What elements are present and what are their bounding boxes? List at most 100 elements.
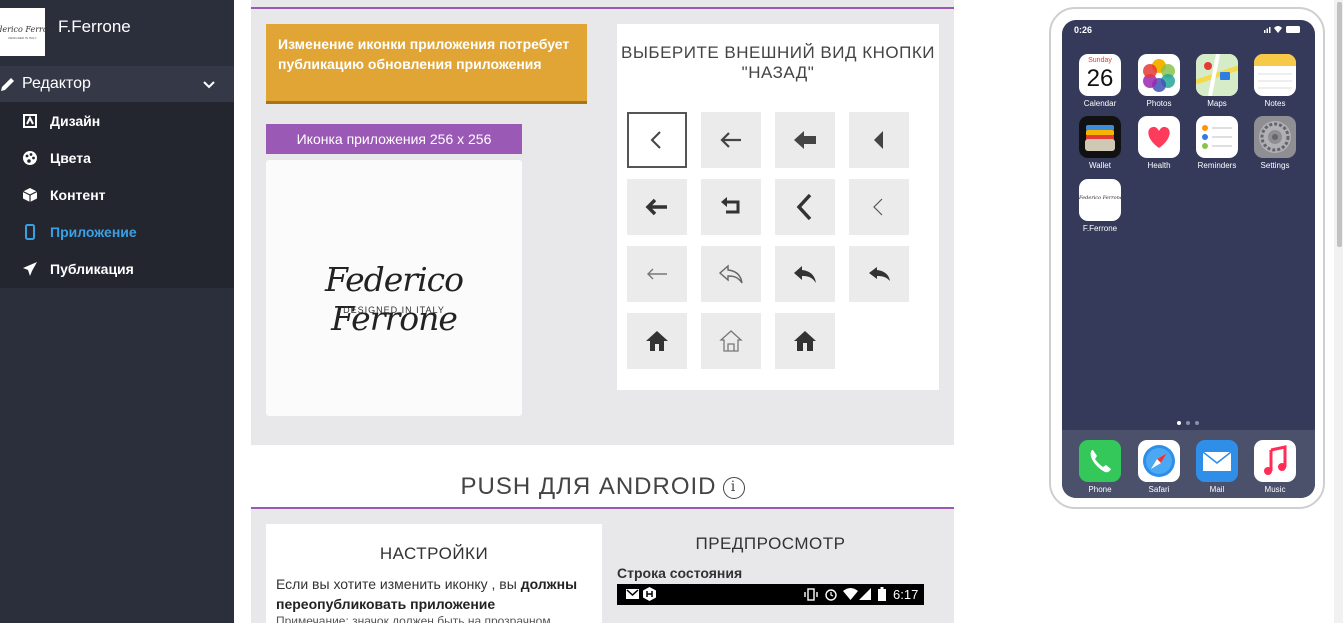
palette-icon bbox=[23, 151, 37, 165]
back-option-reply-outline[interactable] bbox=[701, 246, 761, 302]
app-music[interactable]: Music bbox=[1251, 440, 1299, 494]
home-fill-icon bbox=[794, 331, 816, 351]
gmail-icon bbox=[626, 589, 639, 599]
push-section-header: PUSH ДЛЯ ANDROID i bbox=[251, 461, 954, 507]
app-maps[interactable]: Maps bbox=[1193, 54, 1241, 108]
reminders-icon bbox=[1196, 116, 1238, 158]
back-option-chevron-bold[interactable] bbox=[775, 179, 835, 235]
app-icon-preview-title: Federico Ferrone bbox=[325, 260, 464, 338]
pencil-icon bbox=[1, 78, 14, 91]
reply-outline-icon bbox=[718, 264, 743, 284]
sidebar-item-label: Публикация bbox=[50, 261, 134, 277]
chevron-down-icon[interactable] bbox=[202, 78, 216, 92]
arrow-left-bold-icon bbox=[794, 131, 816, 149]
menu-editor-label: Редактор bbox=[22, 75, 91, 92]
app-label: Reminders bbox=[1197, 161, 1237, 170]
back-option-chevron-thin[interactable] bbox=[627, 112, 687, 168]
brand-logo-text: Federico Ferrone bbox=[0, 24, 58, 34]
app-phone[interactable]: Phone bbox=[1076, 440, 1124, 494]
app-safari[interactable]: Safari bbox=[1135, 440, 1183, 494]
paper-plane-icon bbox=[23, 262, 37, 276]
back-option-home-outline[interactable] bbox=[701, 313, 761, 369]
editor-submenu: Дизайн Цвета Контент Приложение Публикац… bbox=[0, 102, 234, 288]
sidebar-item-publish[interactable]: Публикация bbox=[0, 250, 234, 287]
chevron-left-light-icon bbox=[873, 198, 883, 216]
sidebar-item-colors[interactable]: Цвета bbox=[0, 139, 234, 176]
settings-gear-icon bbox=[1254, 116, 1296, 158]
brand-name[interactable]: F.Ferrone bbox=[58, 17, 131, 37]
sidebar-item-label: Приложение bbox=[50, 224, 137, 240]
brand-header[interactable]: Federico Ferrone DESIGNED IN ITALY F.Fer… bbox=[0, 0, 234, 60]
phone-preview: 0:26 Sunday 26 Calendar Photos Maps Note… bbox=[1049, 7, 1325, 509]
health-icon bbox=[1138, 116, 1180, 158]
info-icon[interactable]: i bbox=[722, 476, 745, 499]
brand-logo-sub: DESIGNED IN ITALY bbox=[8, 35, 37, 40]
app-label: Phone bbox=[1088, 485, 1112, 494]
app-icon-preview[interactable]: Federico Ferrone DESIGNED IN ITALY bbox=[266, 160, 522, 416]
app-label: Calendar bbox=[1083, 99, 1117, 108]
push-settings-card: НАСТРОЙКИ Если вы хотите изменить иконку… bbox=[266, 524, 602, 623]
app-label: Maps bbox=[1207, 99, 1227, 108]
sidebar-item-content[interactable]: Контент bbox=[0, 176, 234, 213]
ferrone-tile-text: Federico Ferrone bbox=[1079, 195, 1121, 201]
app-wallet[interactable]: Wallet bbox=[1076, 116, 1124, 170]
back-option-arrow-thin[interactable] bbox=[701, 112, 761, 168]
alarm-icon bbox=[825, 589, 837, 601]
app-notification-icon bbox=[643, 587, 656, 601]
back-option-arrow-bold[interactable] bbox=[775, 112, 835, 168]
wifi-icon bbox=[843, 588, 858, 600]
home-icon bbox=[646, 331, 668, 351]
push-preview-title: ПРЕДПРОСМОТР bbox=[695, 534, 846, 553]
back-option-reply-all[interactable] bbox=[849, 246, 909, 302]
back-option-home-fill[interactable] bbox=[775, 313, 835, 369]
vibrate-icon bbox=[804, 588, 818, 601]
signal-icon bbox=[859, 588, 871, 600]
app-notes[interactable]: Notes bbox=[1251, 54, 1299, 108]
app-mail[interactable]: Mail bbox=[1193, 440, 1241, 494]
app-settings[interactable]: Settings bbox=[1251, 116, 1299, 170]
app-reminders[interactable]: Reminders bbox=[1193, 116, 1241, 170]
app-label: Mail bbox=[1209, 485, 1225, 494]
mail-icon bbox=[1196, 440, 1238, 482]
calendar-icon: Sunday 26 bbox=[1079, 54, 1121, 96]
app-icon-size-badge[interactable]: Иконка приложения 256 x 256 bbox=[266, 124, 522, 154]
ios-status-icons bbox=[1264, 26, 1300, 33]
chevron-left-icon bbox=[650, 131, 661, 149]
sidebar-item-app[interactable]: Приложение bbox=[0, 213, 234, 250]
page-scrollbar-thumb[interactable] bbox=[1337, 2, 1342, 247]
app-label: Music bbox=[1264, 485, 1286, 494]
app-photos[interactable]: Photos bbox=[1135, 54, 1183, 108]
brand-logo[interactable]: Federico Ferrone DESIGNED IN ITALY bbox=[0, 8, 58, 56]
back-option-arrow-medium[interactable] bbox=[627, 179, 687, 235]
cube-icon bbox=[22, 188, 38, 202]
menu-editor[interactable]: Редактор bbox=[0, 66, 234, 102]
sidebar-item-design[interactable]: Дизайн bbox=[0, 102, 234, 139]
settings-note: Примечание: значок должен быть на прозра… bbox=[276, 614, 551, 623]
back-option-return-arrow[interactable] bbox=[701, 179, 761, 235]
app-icon-preview-subtitle: DESIGNED IN ITALY bbox=[343, 305, 445, 315]
app-calendar[interactable]: Sunday 26 Calendar bbox=[1076, 54, 1124, 108]
push-title-text: PUSH ДЛЯ ANDROID bbox=[460, 473, 717, 500]
reply-all-icon bbox=[869, 267, 890, 281]
settings-text-plain: Если вы хотите изменить иконку , вы bbox=[276, 576, 521, 592]
back-option-reply-solid[interactable] bbox=[775, 246, 835, 302]
return-arrow-icon bbox=[721, 197, 740, 214]
home-outline-icon bbox=[719, 330, 743, 352]
app-label: Health bbox=[1147, 161, 1171, 170]
triangle-left-icon bbox=[874, 131, 883, 149]
app-ferrone[interactable]: Federico Ferrone F.Ferrone bbox=[1076, 179, 1124, 233]
app-label: Photos bbox=[1146, 99, 1172, 108]
back-option-arrow-light[interactable] bbox=[627, 246, 687, 302]
push-title: PUSH ДЛЯ ANDROID i bbox=[251, 473, 954, 501]
app-label: Settings bbox=[1260, 161, 1290, 170]
section-divider bbox=[251, 7, 954, 9]
sidebar-item-label: Дизайн bbox=[50, 113, 101, 129]
notes-icon bbox=[1254, 54, 1296, 96]
back-option-chevron-light[interactable] bbox=[849, 179, 909, 235]
back-option-home-solid[interactable] bbox=[627, 313, 687, 369]
app-health[interactable]: Health bbox=[1135, 116, 1183, 170]
back-option-triangle[interactable] bbox=[849, 112, 909, 168]
photos-icon bbox=[1138, 54, 1180, 96]
sidebar-item-label: Контент bbox=[50, 187, 106, 203]
calendar-day: Sunday bbox=[1088, 57, 1112, 64]
